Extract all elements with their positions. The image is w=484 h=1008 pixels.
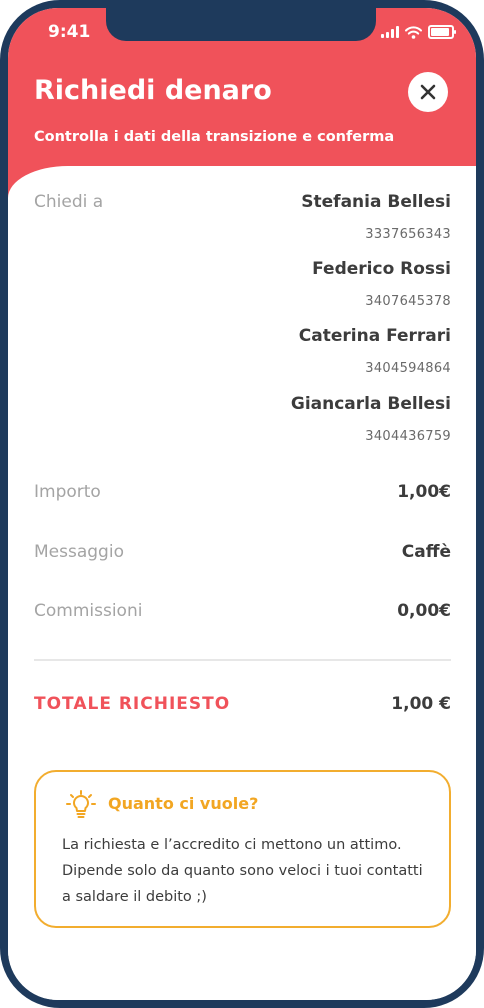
close-icon <box>420 84 436 100</box>
recipient-name: Giancarla Bellesi <box>290 394 451 414</box>
wifi-icon <box>405 25 422 39</box>
close-button[interactable] <box>408 72 448 112</box>
signal-icon <box>381 26 399 38</box>
total-label: TOTALE RICHIESTO <box>34 694 231 714</box>
message-value: Caffè <box>401 542 451 562</box>
battery-icon <box>428 25 456 39</box>
divider <box>34 659 451 661</box>
recipient-name: Stefania Bellesi <box>301 192 451 212</box>
screen: 9:41 Richiedi denaro Controlla i dati de… <box>8 8 476 1000</box>
recipient-name: Federico Rossi <box>312 259 451 279</box>
info-card: Quanto ci vuole? La richiesta e l’accred… <box>34 770 451 928</box>
recipient-phone: 3337656343 <box>365 227 451 242</box>
recipients-label: Chiedi a <box>34 192 104 212</box>
recipient-phone: 3404436759 <box>365 429 451 444</box>
recipient-name: Caterina Ferrari <box>298 326 451 346</box>
info-title: Quanto ci vuole? <box>108 794 259 813</box>
message-label: Messaggio <box>34 542 124 562</box>
device-notch <box>106 8 376 41</box>
device-frame: 9:41 Richiedi denaro Controlla i dati de… <box>0 0 484 1008</box>
status-icons <box>381 25 456 39</box>
total-value: 1,00 € <box>391 694 451 714</box>
fees-label: Commissioni <box>34 601 143 621</box>
lightbulb-icon <box>66 790 96 818</box>
status-time: 9:41 <box>48 22 91 42</box>
amount-value: 1,00€ <box>397 482 451 502</box>
recipient-phone: 3407645378 <box>365 294 451 309</box>
recipient-phone: 3404594864 <box>365 361 451 376</box>
info-text: La richiesta e l’accredito ci mettono un… <box>62 837 423 905</box>
page-title: Richiedi denaro <box>34 75 272 106</box>
page-subtitle: Controlla i dati della transizione e con… <box>34 129 395 145</box>
amount-label: Importo <box>34 482 101 502</box>
fees-value: 0,00€ <box>397 601 451 621</box>
